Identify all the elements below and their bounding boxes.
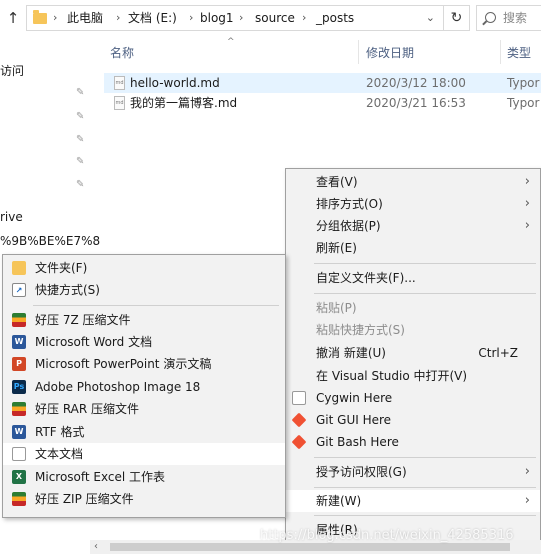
file-type: Typor (507, 96, 540, 110)
git-icon (291, 434, 307, 450)
shortcut-text: Ctrl+Z (478, 346, 518, 360)
file-name: hello-world.md (130, 76, 220, 90)
menu-separator (314, 487, 536, 488)
menu-separator (314, 263, 536, 264)
new-item-powerpoint[interactable]: P Microsoft PowerPoint 演示文稿 (3, 353, 285, 375)
chevron-right-icon: › (53, 11, 58, 24)
column-header-name[interactable]: 名称 (110, 44, 134, 61)
menu-item-refresh[interactable]: 刷新(E) (286, 237, 540, 259)
chevron-right-icon: › (524, 174, 530, 189)
nav-item-folder[interactable]: %9B%BE%E7%8 (0, 234, 100, 248)
column-divider[interactable] (500, 40, 501, 64)
word-icon: W (12, 335, 26, 349)
chevron-right-icon: › (524, 218, 530, 233)
menu-item-paste-shortcut[interactable]: 粘贴快捷方式(S) (286, 319, 540, 341)
new-item-excel[interactable]: X Microsoft Excel 工作表 (3, 466, 285, 488)
document-icon (292, 391, 306, 405)
new-item-rtf[interactable]: W RTF 格式 (3, 421, 285, 443)
shortcut-icon: ↗ (12, 283, 26, 297)
file-row[interactable]: md hello-world.md 2020/3/12 18:00 Typor (104, 73, 541, 93)
menu-item-grant-access[interactable]: 授予访问权限(G) › (286, 461, 540, 483)
chevron-right-icon: › (524, 493, 530, 508)
new-submenu: 文件夹(F) ↗ 快捷方式(S) 好压 7Z 压缩文件 W Microsoft … (2, 254, 286, 518)
rtf-icon: W (12, 425, 26, 439)
new-item-zip[interactable]: 好压 ZIP 压缩文件 (3, 488, 285, 510)
new-item-7z[interactable]: 好压 7Z 压缩文件 (3, 309, 285, 331)
chevron-right-icon: › (189, 11, 194, 24)
watermark: https://blog.csdn.net/weixin_42585316 (260, 528, 514, 543)
menu-item-undo-new[interactable]: 撤消 新建(U) Ctrl+Z (286, 342, 540, 364)
text-document-icon (12, 447, 26, 461)
pin-icon: ✎ (76, 179, 85, 190)
chevron-down-icon[interactable]: ⌄ (426, 6, 435, 30)
markdown-file-icon: md (114, 96, 125, 110)
photoshop-icon: Ps (12, 380, 26, 394)
menu-item-cygwin[interactable]: Cygwin Here (286, 387, 540, 409)
new-item-text-document[interactable]: 文本文档 (3, 443, 285, 465)
menu-item-git-bash[interactable]: Git Bash Here (286, 431, 540, 453)
chevron-right-icon: › (116, 11, 121, 24)
nav-item-quick-access[interactable]: 访问 (0, 62, 24, 79)
menu-item-new[interactable]: 新建(W) › (286, 490, 540, 512)
breadcrumb-drive[interactable]: 文档 (E:) (128, 6, 177, 30)
menu-separator (314, 457, 536, 458)
up-arrow-icon[interactable]: ↑ (4, 9, 22, 27)
git-icon (291, 412, 307, 428)
menu-item-customize-folder[interactable]: 自定义文件夹(F)... (286, 267, 540, 289)
powerpoint-icon: P (12, 357, 26, 371)
column-divider[interactable] (358, 40, 359, 64)
file-type: Typor (507, 76, 540, 90)
pin-icon: ✎ (76, 134, 85, 145)
markdown-file-icon: md (114, 76, 125, 90)
column-header-type[interactable]: 类型 (507, 44, 531, 61)
search-icon (485, 12, 496, 23)
menu-item-sort[interactable]: 排序方式(O) › (286, 193, 540, 215)
chevron-right-icon: › (524, 196, 530, 211)
search-placeholder: 搜索 (503, 11, 528, 25)
breadcrumb-posts[interactable]: _posts (316, 6, 354, 30)
menu-item-view[interactable]: 查看(V) › (286, 171, 540, 193)
chevron-right-icon: › (239, 11, 244, 24)
file-date: 2020/3/21 16:53 (366, 96, 466, 110)
refresh-button[interactable]: ↻ (444, 5, 470, 31)
chevron-right-icon: › (524, 464, 530, 479)
new-item-word[interactable]: W Microsoft Word 文档 (3, 331, 285, 353)
menu-separator (314, 515, 536, 516)
scrollbar-thumb[interactable] (110, 543, 510, 551)
folder-icon (33, 10, 47, 24)
menu-item-git-gui[interactable]: Git GUI Here (286, 409, 540, 431)
file-date: 2020/3/12 18:00 (366, 76, 466, 90)
file-name: 我的第一篇博客.md (130, 96, 238, 110)
archive-icon (12, 402, 26, 416)
chevron-right-icon: › (302, 11, 307, 24)
pin-icon: ✎ (76, 111, 85, 122)
menu-separator (314, 293, 536, 294)
context-menu: 查看(V) › 排序方式(O) › 分组依据(P) › 刷新(E) 自定义文件夹(F)… (285, 168, 541, 550)
breadcrumb-source[interactable]: source (255, 6, 295, 30)
breadcrumb-this-pc[interactable]: 此电脑 (67, 6, 103, 30)
search-input[interactable]: 搜索 (476, 5, 541, 31)
excel-icon: X (12, 470, 26, 484)
file-row[interactable]: md 我的第一篇博客.md 2020/3/21 16:53 Typor (104, 93, 541, 113)
breadcrumb-blog1[interactable]: blog1 (200, 6, 234, 30)
column-header-date[interactable]: 修改日期 (366, 44, 414, 61)
scroll-left-icon[interactable]: ‹ (94, 540, 98, 554)
archive-icon (12, 313, 26, 327)
pin-icon: ✎ (76, 87, 85, 98)
new-item-photoshop[interactable]: Ps Adobe Photoshop Image 18 (3, 376, 285, 398)
menu-item-paste[interactable]: 粘贴(P) (286, 297, 540, 319)
nav-item-onedrive[interactable]: rive (0, 210, 23, 224)
address-bar[interactable]: › 此电脑 › 文档 (E:) › blog1 › source › _post… (26, 5, 444, 31)
sort-ascending-icon: ^ (227, 37, 235, 47)
menu-item-open-visual-studio[interactable]: 在 Visual Studio 中打开(V) (286, 365, 540, 387)
menu-item-group[interactable]: 分组依据(P) › (286, 215, 540, 237)
address-bar-area: ↑ › 此电脑 › 文档 (E:) › blog1 › source › _po… (0, 0, 541, 38)
new-item-shortcut[interactable]: ↗ 快捷方式(S) (3, 279, 285, 301)
archive-icon (12, 492, 26, 506)
new-item-rar[interactable]: 好压 RAR 压缩文件 (3, 398, 285, 420)
pin-icon: ✎ (76, 156, 85, 167)
menu-separator (33, 305, 279, 306)
new-item-folder[interactable]: 文件夹(F) (3, 257, 285, 279)
folder-icon (12, 261, 26, 275)
